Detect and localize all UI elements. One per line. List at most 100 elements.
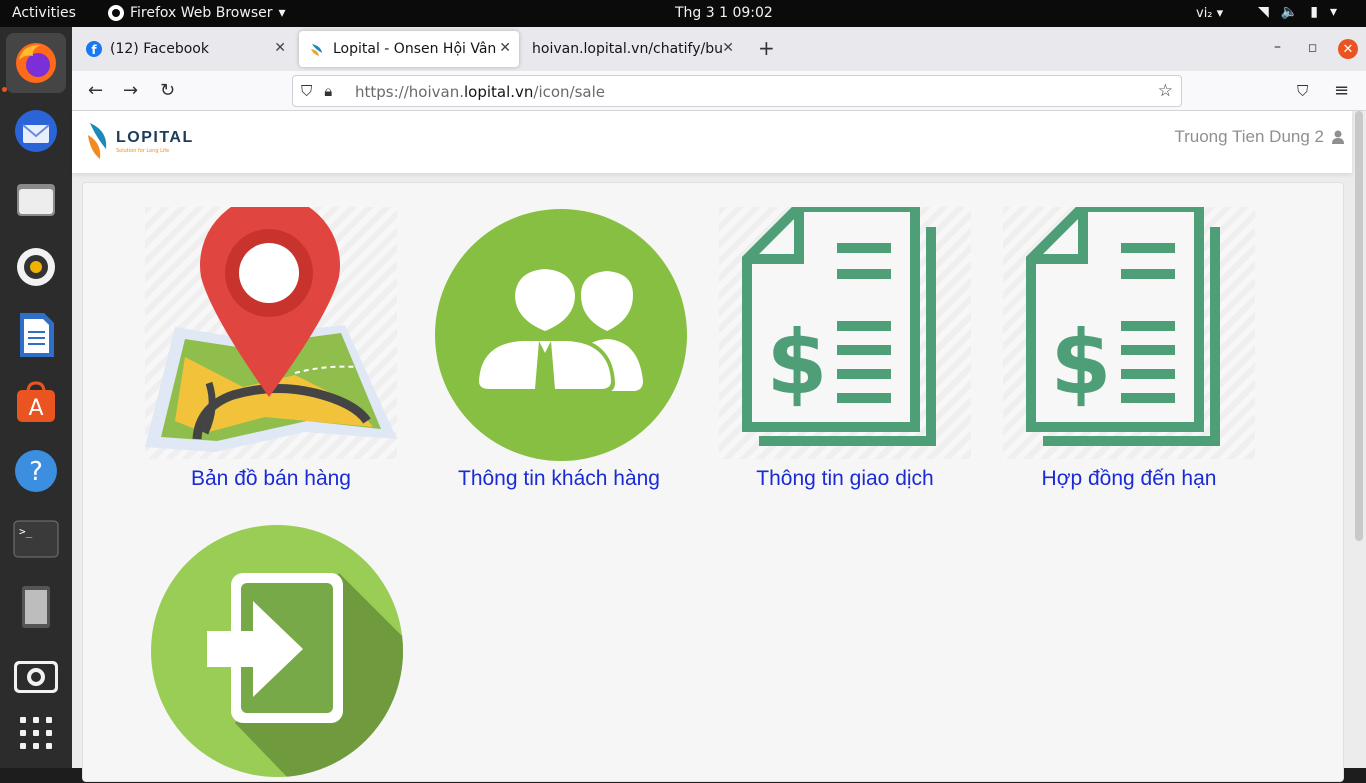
map-pin-icon xyxy=(145,195,397,452)
sale-menu-panel: Bản đồ bán hàng Thông tin khách hàng $ T… xyxy=(82,182,1344,782)
lock-icon[interactable]: 🔒︎ xyxy=(324,82,332,100)
dock-screenshot[interactable] xyxy=(6,645,66,705)
new-tab-button[interactable]: + xyxy=(758,36,775,60)
tile-contracts-due[interactable]: $ Hợp đồng đến hạn xyxy=(999,202,1259,491)
running-indicator xyxy=(2,87,7,92)
tab-facebook[interactable]: f (12) Facebook ✕ xyxy=(76,31,294,67)
sign-in-icon xyxy=(151,525,403,777)
tile-login[interactable] xyxy=(145,523,405,783)
tab-bar: f (12) Facebook ✕ Lopital - Onsen Hội Vâ… xyxy=(72,27,1366,71)
back-button[interactable]: ← xyxy=(88,80,103,101)
close-tab-icon[interactable]: ✕ xyxy=(499,40,511,56)
web-page: LOPITAL Solution for Long Life Truong Ti… xyxy=(72,111,1366,782)
help-icon: ? xyxy=(15,450,57,492)
dock-rhythmbox[interactable] xyxy=(6,237,66,297)
tab-title: Lopital - Onsen Hội Vân xyxy=(333,41,497,57)
camera-icon xyxy=(14,661,58,693)
dock-thunderbird[interactable] xyxy=(6,101,66,161)
svg-text:$: $ xyxy=(1050,311,1111,414)
contracts-due-image: $ xyxy=(1003,202,1255,459)
close-window-button[interactable]: ✕ xyxy=(1338,39,1358,59)
dock-terminal[interactable]: >_ xyxy=(6,509,66,569)
pocket-icon[interactable]: ⛉ xyxy=(1297,82,1308,100)
app-menu[interactable]: Firefox Web Browser ▾ xyxy=(108,5,286,21)
close-tab-icon[interactable]: ✕ xyxy=(274,40,286,56)
shopping-bag-icon: A xyxy=(17,381,55,422)
bookmark-star-icon[interactable]: ☆ xyxy=(1158,81,1173,101)
tile-transaction-info[interactable]: $ Thông tin giao dịch xyxy=(715,202,975,491)
user-menu[interactable]: Truong Tien Dung 2 xyxy=(1174,127,1344,147)
lopital-favicon-icon xyxy=(311,44,322,56)
firefox-window: f (12) Facebook ✕ Lopital - Onsen Hội Vâ… xyxy=(72,27,1366,782)
tab-chatify[interactable]: hoivan.lopital.vn/chatify/bui ✕ xyxy=(522,31,742,67)
tile-label[interactable]: Bản đồ bán hàng xyxy=(141,467,401,491)
brand-name: LOPITAL xyxy=(116,128,194,146)
firefox-icon xyxy=(16,43,56,83)
forward-button[interactable]: → xyxy=(123,80,138,101)
dock: A ? >_ xyxy=(0,27,72,768)
battery-icon: ▮ xyxy=(1310,4,1318,20)
facebook-icon: f xyxy=(86,41,102,57)
dock-help[interactable]: ? xyxy=(6,441,66,501)
site-header: LOPITAL Solution for Long Life Truong Ti… xyxy=(72,111,1352,173)
activities-button[interactable]: Activities xyxy=(12,5,76,21)
tile-label[interactable]: Thông tin giao dịch xyxy=(715,467,975,491)
login-image xyxy=(149,523,403,777)
invoice-icon: $ xyxy=(1026,202,1220,446)
system-top-bar: Activities Firefox Web Browser ▾ Thg 3 1… xyxy=(0,0,1366,27)
minimize-button[interactable]: – xyxy=(1274,39,1281,55)
svg-text:>_: >_ xyxy=(19,525,33,538)
site-logo[interactable]: LOPITAL Solution for Long Life xyxy=(86,121,194,161)
url-text[interactable]: https://hoivan.lopital.vn/icon/sale xyxy=(355,83,605,101)
terminal-icon: >_ xyxy=(13,520,59,558)
show-apps-button[interactable] xyxy=(6,703,66,763)
dock-firefox[interactable] xyxy=(6,33,66,93)
speaker-icon xyxy=(17,248,55,286)
page-scrollbar[interactable] xyxy=(1355,111,1363,541)
thunderbird-icon xyxy=(15,110,57,152)
folder-icon xyxy=(17,184,55,216)
chevron-down-icon: ▾ xyxy=(278,5,286,21)
tile-customer-info[interactable]: Thông tin khách hàng xyxy=(429,207,689,491)
user-icon xyxy=(1332,130,1344,144)
maximize-button[interactable]: ◻ xyxy=(1308,41,1317,54)
menu-icon[interactable]: ≡ xyxy=(1334,80,1349,101)
wifi-icon: ◥ xyxy=(1258,4,1269,20)
system-menu[interactable]: ◥ 🔈 ▮ ▾ xyxy=(1258,4,1337,20)
customer-info-image xyxy=(433,207,687,461)
tile-label[interactable]: Thông tin khách hàng xyxy=(429,467,689,491)
chevron-down-icon: ▾ xyxy=(1329,4,1337,20)
svg-text:A: A xyxy=(28,396,43,421)
navigation-toolbar: ← → ↻ ⛉ 🔒︎ https://hoivan.lopital.vn/ico… xyxy=(72,71,1366,111)
volume-icon: 🔈 xyxy=(1280,4,1299,20)
grid-icon xyxy=(20,717,52,749)
close-tab-icon[interactable]: ✕ xyxy=(722,40,734,56)
lopital-logo-icon xyxy=(88,123,107,159)
clock[interactable]: Thg 3 1 09:02 xyxy=(675,5,773,21)
tile-sales-map[interactable]: Bản đồ bán hàng xyxy=(141,195,401,491)
dock-writer[interactable] xyxy=(6,305,66,365)
dock-software[interactable]: A xyxy=(6,373,66,433)
sales-map-image xyxy=(145,195,397,459)
brand-tagline: Solution for Long Life xyxy=(116,147,170,154)
user-name: Truong Tien Dung 2 xyxy=(1174,127,1324,146)
invoice-icon: $ xyxy=(742,202,936,446)
tab-title: hoivan.lopital.vn/chatify/bui xyxy=(532,41,722,57)
input-method-indicator[interactable]: vi₂ ▾ xyxy=(1196,6,1223,21)
tab-lopital[interactable]: Lopital - Onsen Hội Vân ✕ xyxy=(299,31,519,67)
tablet-icon xyxy=(22,586,50,628)
document-icon xyxy=(20,313,54,357)
svg-text:?: ? xyxy=(29,457,43,487)
url-bar[interactable]: ⛉ 🔒︎ https://hoivan.lopital.vn/icon/sale… xyxy=(292,75,1182,107)
dock-files[interactable] xyxy=(6,169,66,229)
tab-title: (12) Facebook xyxy=(110,41,209,57)
app-menu-label: Firefox Web Browser xyxy=(130,5,273,21)
reload-button[interactable]: ↻ xyxy=(160,80,175,101)
dock-tablet[interactable] xyxy=(6,577,66,637)
transaction-info-image: $ xyxy=(719,202,971,459)
tile-label[interactable]: Hợp đồng đến hạn xyxy=(999,467,1259,491)
users-icon xyxy=(435,209,687,461)
firefox-small-icon xyxy=(108,5,124,21)
svg-text:$: $ xyxy=(766,311,827,414)
shield-icon[interactable]: ⛉ xyxy=(301,82,312,100)
